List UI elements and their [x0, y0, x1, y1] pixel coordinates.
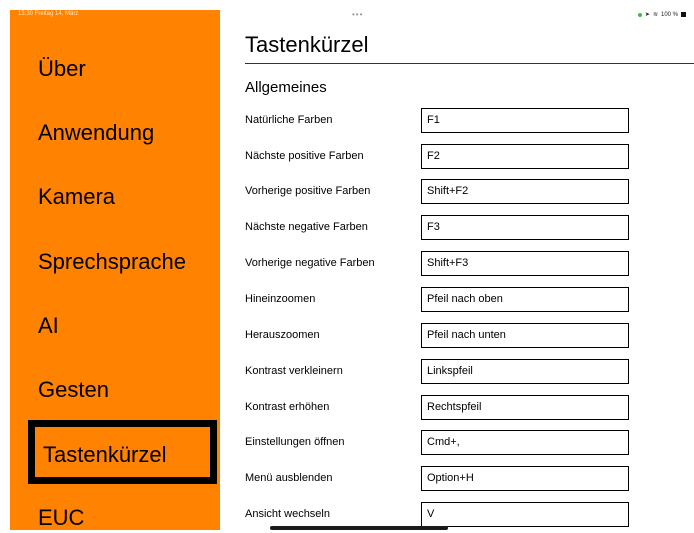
- shortcut-row: Herauszoomen Pfeil nach unten: [245, 323, 694, 348]
- shortcut-field-kontrast-verkleinern[interactable]: Linkspfeil: [421, 359, 629, 384]
- shortcut-row: Einstellungen öffnen Cmd+,: [245, 430, 694, 455]
- shortcut-label: Ansicht wechseln: [245, 508, 330, 520]
- sidebar-item-tastenkuerzel[interactable]: Tastenkürzel: [28, 420, 217, 484]
- shortcut-label: Nächste positive Farben: [245, 150, 364, 162]
- shortcut-field-natuerliche-farben[interactable]: F1: [421, 108, 629, 133]
- multitasking-dots[interactable]: •••: [352, 10, 363, 19]
- battery-icon: [681, 12, 686, 17]
- shortcut-row: Vorherige positive Farben Shift+F2: [245, 179, 694, 204]
- sidebar-item-ueber[interactable]: Über: [38, 54, 86, 84]
- title-divider: [245, 63, 694, 64]
- shortcut-label: Menü ausblenden: [245, 472, 333, 484]
- shortcut-field-einstellungen-oeffnen[interactable]: Cmd+,: [421, 430, 629, 455]
- shortcut-field-menue-ausblenden[interactable]: Option+H: [421, 466, 629, 491]
- sidebar-item-kamera[interactable]: Kamera: [38, 182, 115, 212]
- shortcut-label: Nächste negative Farben: [245, 221, 368, 233]
- settings-sidebar: Über Anwendung Kamera Sprechsprache AI G…: [10, 10, 220, 530]
- shortcut-row: Kontrast erhöhen Rechtspfeil: [245, 395, 694, 420]
- sidebar-item-ai[interactable]: AI: [38, 311, 59, 341]
- status-indicators: ➤ ≋ 100 %: [637, 11, 686, 18]
- shortcut-label: Vorherige negative Farben: [245, 257, 375, 269]
- shortcut-row: Nächste positive Farben F2: [245, 144, 694, 169]
- shortcut-label: Kontrast erhöhen: [245, 401, 330, 413]
- shortcut-label: Vorherige positive Farben: [245, 185, 371, 197]
- sidebar-item-sprechsprache[interactable]: Sprechsprache: [38, 247, 186, 277]
- privacy-indicator-icon: [637, 12, 642, 17]
- shortcut-label: Einstellungen öffnen: [245, 436, 345, 448]
- shortcut-field-naechste-positive-farben[interactable]: F2: [421, 144, 629, 169]
- shortcut-row: Ansicht wechseln V: [245, 502, 694, 527]
- shortcut-field-vorherige-negative-farben[interactable]: Shift+F3: [421, 251, 629, 276]
- shortcut-row: Kontrast verkleinern Linkspfeil: [245, 359, 694, 384]
- shortcut-field-ansicht-wechseln[interactable]: V: [421, 502, 629, 527]
- section-title: Allgemeines: [245, 79, 327, 96]
- sidebar-item-euc[interactable]: EUC: [38, 503, 84, 533]
- shortcut-label: Herauszoomen: [245, 329, 320, 341]
- sidebar-item-gesten[interactable]: Gesten: [38, 375, 109, 405]
- status-time-date: 13:30 Freitag 14. März: [18, 11, 79, 17]
- sidebar-item-anwendung[interactable]: Anwendung: [38, 118, 154, 148]
- shortcut-field-kontrast-erhoehen[interactable]: Rechtspfeil: [421, 395, 629, 420]
- status-bar: 13:30 Freitag 14. März ••• ➤ ≋ 100 %: [0, 0, 694, 20]
- shortcut-field-herauszoomen[interactable]: Pfeil nach unten: [421, 323, 629, 348]
- home-indicator[interactable]: [270, 526, 448, 530]
- shortcut-label: Natürliche Farben: [245, 114, 333, 126]
- shortcut-field-naechste-negative-farben[interactable]: F3: [421, 215, 629, 240]
- battery-percent: 100 %: [660, 11, 678, 18]
- shortcut-row: Menü ausblenden Option+H: [245, 466, 694, 491]
- location-icon: ➤: [644, 12, 650, 18]
- page-title: Tastenkürzel: [245, 32, 369, 57]
- shortcut-label: Kontrast verkleinern: [245, 365, 343, 377]
- shortcut-row: Nächste negative Farben F3: [245, 215, 694, 240]
- shortcut-field-hineinzoomen[interactable]: Pfeil nach oben: [421, 287, 629, 312]
- wifi-icon: ≋: [652, 12, 658, 18]
- shortcut-field-vorherige-positive-farben[interactable]: Shift+F2: [421, 179, 629, 204]
- shortcut-row: Vorherige negative Farben Shift+F3: [245, 251, 694, 276]
- shortcut-row: Hineinzoomen Pfeil nach oben: [245, 287, 694, 312]
- shortcut-label: Hineinzoomen: [245, 293, 316, 305]
- shortcut-row: Natürliche Farben F1: [245, 108, 694, 133]
